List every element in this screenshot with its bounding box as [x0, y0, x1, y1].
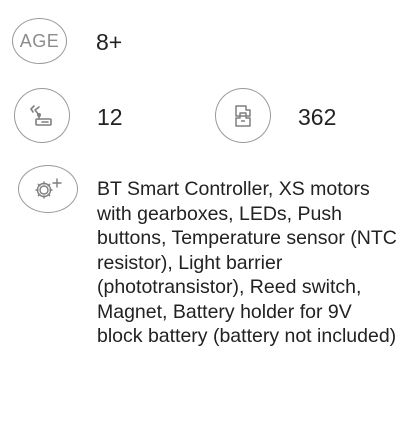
age-icon-label: AGE — [19, 30, 60, 51]
building-blocks-icon — [215, 88, 271, 143]
models-count: 12 — [97, 104, 123, 130]
components-description: BT Smart Controller, XS motors with gear… — [97, 178, 397, 347]
parts-count: 362 — [298, 104, 337, 130]
age-value: 8+ — [96, 29, 123, 55]
age-icon: AGE — [12, 18, 67, 64]
gear-plus-icon — [18, 165, 78, 213]
robot-arm-icon — [14, 88, 70, 143]
